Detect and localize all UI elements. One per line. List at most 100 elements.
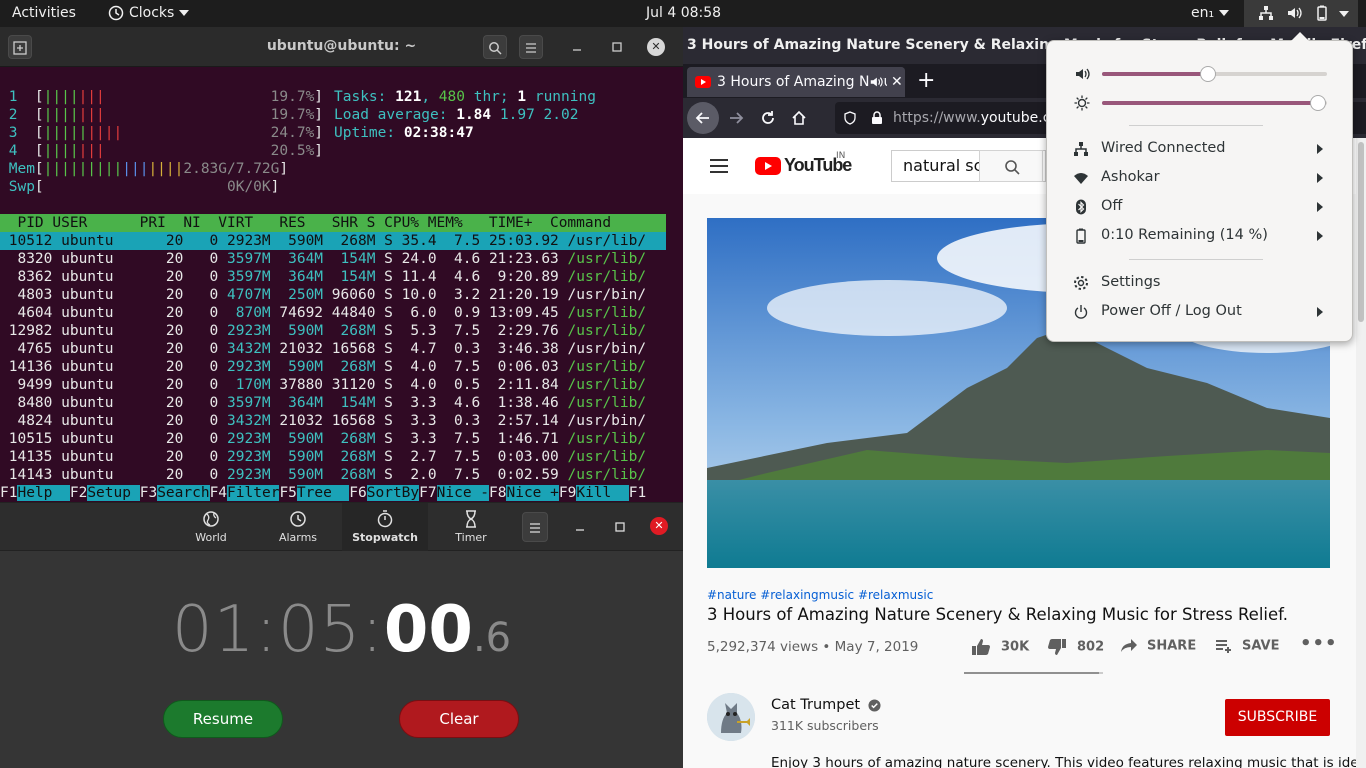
cell-time: 0:02.59 [488,467,568,483]
tab-timer[interactable]: Timer [428,503,514,551]
forward-arrow-icon[interactable] [728,110,744,126]
menu-item-label: Ashokar [1101,169,1160,185]
table-row[interactable]: 8362 ubuntu 20 0 3597M 364M 154M S 11.4 … [0,268,666,286]
close-tab-icon[interactable]: ✕ [887,67,905,97]
terminal-headerbar: ubuntu@ubuntu: ~ ✕ [0,27,683,67]
function-key-label[interactable]: SortBy [366,485,420,501]
activities-button[interactable]: Activities [12,0,76,27]
table-row[interactable]: 4604 ubuntu 20 0 870M 74692 44840 S 6.0 … [0,304,666,322]
speaker-icon[interactable] [869,75,883,89]
like-button[interactable]: 30K [971,638,1029,656]
table-row[interactable]: 8480 ubuntu 20 0 3597M 364M 154M S 3.3 4… [0,394,666,412]
brightness-slider[interactable] [1102,95,1327,111]
minimize-button[interactable] [565,35,589,59]
menu-button[interactable] [522,512,548,542]
load-15: 2.02 [543,107,579,123]
menu-item-wired[interactable]: Wired Connected [1047,134,1352,163]
browser-tab[interactable]: 3 Hours of Amazing Nature Sc ✕ [687,67,905,97]
channel-name[interactable]: Cat Trumpet [771,697,881,713]
tab-world[interactable]: World [168,503,254,551]
menu-separator [1129,125,1263,126]
function-key-label[interactable]: Tree [296,485,350,501]
table-row[interactable]: 14136 ubuntu 20 0 2923M 590M 268M S 4.0 … [0,358,666,376]
menu-item-battery[interactable]: 0:10 Remaining (14 %) [1047,221,1352,250]
cell-pid: 10512 [0,233,62,249]
video-hashtags[interactable]: #nature #relaxingmusic #relaxmusic [707,588,933,602]
function-key-label[interactable]: Filter [227,485,280,501]
table-row[interactable]: 9499 ubuntu 20 0 170M 37880 31120 S 4.0 … [0,376,666,394]
cell-state: S [384,395,402,411]
save-button[interactable]: SAVE [1215,638,1279,654]
cell-pri: 20 [148,233,193,249]
tab-stopwatch[interactable]: Stopwatch [342,503,428,551]
menu-item-power[interactable]: Power Off / Log Out [1047,297,1352,326]
dislike-button[interactable]: 802 [1047,638,1104,656]
tasks-label: Tasks: [334,89,396,105]
volume-slider[interactable] [1102,66,1327,82]
function-key-label[interactable]: Search [157,485,210,501]
new-tab-icon[interactable]: + [917,68,935,94]
search-button[interactable] [483,35,507,59]
volume-slider-handle[interactable] [1199,66,1216,82]
search-button[interactable] [979,150,1043,182]
brightness-slider-handle[interactable] [1310,95,1326,111]
hamburger-icon[interactable] [709,158,729,174]
menu-item-settings[interactable]: Settings [1047,268,1352,297]
share-button[interactable]: SHARE [1120,638,1196,654]
back-button[interactable] [687,102,719,134]
more-actions-icon[interactable]: ••• [1300,633,1338,654]
menu-item-bluetooth[interactable]: Off [1047,192,1352,221]
function-key-label[interactable]: Help [17,485,70,501]
close-button[interactable]: ✕ [650,517,668,535]
table-row[interactable]: 14135 ubuntu 20 0 2923M 590M 268M S 2.7 … [0,448,666,466]
input-source-button[interactable]: en₁ [1191,0,1230,27]
cell-command: /usr/bin/ [567,413,647,429]
channel-avatar[interactable] [707,693,755,741]
table-row[interactable]: 4803 ubuntu 20 0 4707M 250M 96060 S 10.0… [0,286,666,304]
table-row[interactable]: 10515 ubuntu 20 0 2923M 590M 268M S 3.3 … [0,430,666,448]
cell-command: /usr/lib/ [567,323,647,339]
dislike-count: 802 [1077,639,1105,655]
resume-button[interactable]: Resume [163,700,283,738]
function-key-label[interactable]: Nice - [436,485,490,501]
function-key-label[interactable]: Nice + [506,485,559,501]
function-key-label[interactable]: Setup [87,485,140,501]
cell-state: S [384,305,402,321]
function-key-label[interactable]: Kill [576,485,629,501]
cell-pri: 20 [148,395,193,411]
menu-item-wifi[interactable]: Ashokar [1047,163,1352,192]
table-row[interactable]: 4824 ubuntu 20 0 3432M 21032 16568 S 3.3… [0,412,666,430]
share-icon [1121,639,1137,652]
reload-icon[interactable] [760,110,776,126]
system-status-area[interactable] [1244,0,1358,27]
table-row[interactable]: 14143 ubuntu 20 0 2923M 590M 268M S 2.0 … [0,466,666,484]
clear-button[interactable]: Clear [399,700,519,738]
cell-ni: 0 [192,287,227,303]
app-menu-button[interactable]: Clocks [108,0,190,27]
tab-alarms[interactable]: Alarms [255,503,341,551]
close-icon: ✕ [654,519,664,532]
date-time[interactable]: Jul 4 08:58 [646,0,721,27]
maximize-button[interactable] [605,35,629,59]
table-row[interactable]: 4765 ubuntu 20 0 3432M 21032 16568 S 4.7… [0,340,666,358]
cell-time: 21:23.63 [488,251,568,267]
subscribe-button[interactable]: SUBSCRIBE [1225,699,1330,736]
cell-cpu: 5.3 [401,323,446,339]
table-row[interactable]: 12982 ubuntu 20 0 2923M 590M 268M S 5.3 … [0,322,666,340]
menu-button[interactable] [519,35,543,59]
table-row[interactable]: 10512 ubuntu 20 0 2923M 590M 268M S 35.4… [0,232,666,250]
cpu-bar-system: |||| [87,125,123,141]
close-button[interactable]: ✕ [647,38,665,56]
maximize-button[interactable] [608,515,632,539]
cell-pri: 20 [148,431,193,447]
home-icon[interactable] [791,110,807,126]
cell-shr: 268M [331,467,385,483]
table-row[interactable]: 8320 ubuntu 20 0 3597M 364M 154M S 24.0 … [0,250,666,268]
scrollbar-thumb[interactable] [1358,142,1364,322]
minimize-button[interactable] [568,515,592,539]
cell-cpu: 3.3 [401,395,446,411]
cell-pid: 4803 [0,287,62,303]
cell-user: ubuntu [61,323,149,339]
country-code: IN [836,151,846,161]
scrollbar[interactable] [1356,138,1366,768]
